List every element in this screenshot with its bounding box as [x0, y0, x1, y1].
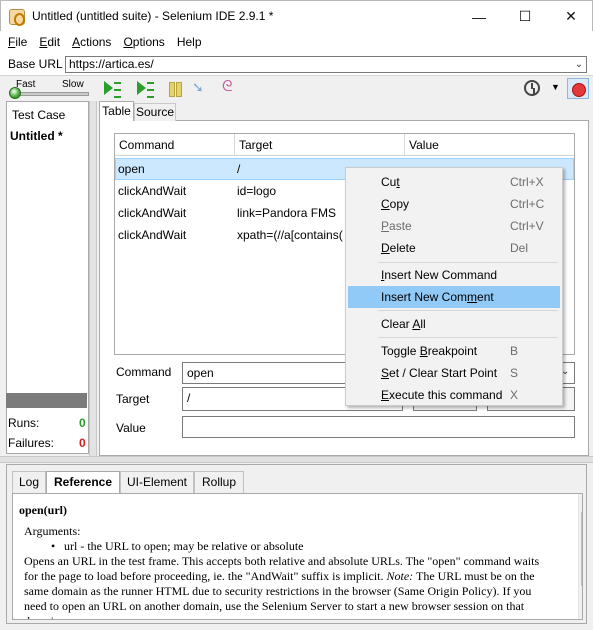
ctx-execute-command[interactable]: Execute this command X	[348, 384, 560, 406]
minimize-button[interactable]: —	[456, 1, 502, 32]
test-case-item[interactable]: Untitled *	[10, 129, 63, 143]
row-target: link=Pandora FMS	[237, 206, 337, 220]
ctx-clear-all[interactable]: Clear All	[348, 313, 560, 335]
close-icon: ✕	[565, 8, 577, 24]
speed-slider-handle[interactable]	[9, 87, 21, 99]
toolbar: Fast Slow ➘ ᘓ ▼	[0, 75, 593, 101]
reference-arguments-label: Arguments:	[24, 524, 81, 538]
maximize-button[interactable]: ☐	[502, 1, 548, 32]
play-test-icon[interactable]	[137, 81, 155, 98]
menu-help[interactable]: Help	[171, 35, 208, 49]
pause-icon[interactable]	[166, 81, 184, 97]
ctx-set-start-point[interactable]: Set / Clear Start Point S	[348, 362, 560, 384]
menu-separator	[378, 262, 558, 263]
window-title: Untitled (untitled suite) - Selenium IDE…	[32, 9, 274, 23]
speed-slow-label: Slow	[62, 79, 84, 90]
tab-log[interactable]: Log	[12, 471, 46, 493]
tab-rollup[interactable]: Rollup	[194, 471, 244, 493]
row-target: /	[237, 162, 241, 176]
play-suite-icon[interactable]	[104, 81, 122, 98]
base-url-label: Base URL	[8, 57, 63, 71]
chevron-down-icon[interactable]: ⌄	[572, 57, 586, 72]
failures-value: 0	[79, 436, 86, 450]
rollup-icon[interactable]: ᘓ	[222, 78, 240, 95]
menu-separator	[378, 337, 558, 338]
title-bar: Untitled (untitled suite) - Selenium IDE…	[0, 0, 593, 31]
tab-table[interactable]: Table	[99, 101, 134, 121]
scroll-down-icon[interactable]: ▼	[582, 606, 583, 616]
base-url-input[interactable]: https://artica.es/	[65, 56, 587, 73]
menu-options[interactable]: Options	[117, 35, 170, 49]
scroll-up-icon[interactable]: ▲	[582, 496, 583, 506]
menu-bar: File Edit Actions Options Help	[0, 31, 593, 53]
minimize-icon: —	[472, 8, 486, 25]
runs-label: Runs:	[8, 416, 40, 430]
ctx-insert-comment[interactable]: Insert New Comment	[348, 286, 560, 308]
horizontal-splitter[interactable]	[0, 456, 593, 463]
row-target: id=logo	[237, 184, 277, 198]
base-url-row: Base URL https://artica.es/ ⌄	[0, 53, 593, 75]
menu-file[interactable]: File	[2, 35, 33, 49]
table-header: Command Target Value	[115, 134, 574, 156]
close-button[interactable]: ✕	[548, 1, 593, 32]
ctx-toggle-breakpoint[interactable]: Toggle Breakpoint B	[348, 340, 560, 362]
column-target[interactable]: Target	[239, 138, 272, 152]
row-command: open	[118, 162, 145, 176]
ctx-delete[interactable]: Delete Del	[348, 237, 560, 259]
maximize-icon: ☐	[518, 8, 532, 24]
tab-ui-element[interactable]: UI-Element	[120, 471, 194, 493]
reference-scrollbar[interactable]: ▲ ▼	[578, 494, 583, 619]
clock-icon[interactable]	[524, 80, 540, 96]
column-divider	[404, 134, 405, 156]
record-button[interactable]	[567, 78, 589, 99]
row-command: clickAndWait	[118, 228, 187, 242]
test-case-header: Test Case	[12, 108, 66, 122]
column-value[interactable]: Value	[409, 138, 439, 152]
row-target: xpath=(//a[contains(	[237, 228, 343, 242]
reference-signature: open(url)	[19, 503, 67, 517]
ctx-copy[interactable]: Copy Ctrl+C	[348, 193, 560, 215]
selenium-app-icon	[9, 9, 25, 26]
reference-argument: url - the URL to open; may be relative o…	[64, 539, 304, 553]
row-command: clickAndWait	[118, 206, 187, 220]
ctx-cut[interactable]: Cut Ctrl+X	[348, 171, 560, 193]
context-menu: Cut Ctrl+X Copy Ctrl+C Paste Ctrl+V Delete D…	[345, 167, 563, 406]
menu-edit[interactable]: Edit	[33, 35, 66, 49]
reference-description: Opens an URL in the test frame. This acc…	[24, 554, 540, 619]
failures-label: Failures:	[8, 436, 55, 450]
menu-actions[interactable]: Actions	[66, 35, 117, 49]
command-label: Command	[116, 365, 172, 379]
scrollbar-thumb[interactable]	[581, 512, 582, 586]
row-command: clickAndWait	[118, 184, 187, 198]
ctx-paste: Paste Ctrl+V	[381, 219, 544, 233]
runs-value: 0	[79, 416, 86, 430]
column-command[interactable]: Command	[119, 138, 174, 152]
progress-bar	[6, 393, 87, 408]
column-divider	[234, 134, 235, 156]
value-field[interactable]	[182, 416, 575, 438]
menu-separator	[378, 310, 558, 311]
value-label: Value	[116, 421, 146, 435]
ctx-insert-command[interactable]: Insert New Command	[348, 264, 560, 286]
vertical-splitter[interactable]	[89, 101, 97, 456]
tab-source[interactable]: Source	[134, 103, 176, 121]
step-icon[interactable]: ➘	[192, 79, 210, 95]
clock-dropdown-icon[interactable]: ▼	[551, 82, 560, 92]
tab-reference[interactable]: Reference	[46, 471, 120, 494]
speed-slider[interactable]	[11, 92, 89, 96]
reference-content: open(url) Arguments: • url - the URL to …	[12, 493, 583, 620]
target-label: Target	[116, 392, 150, 406]
